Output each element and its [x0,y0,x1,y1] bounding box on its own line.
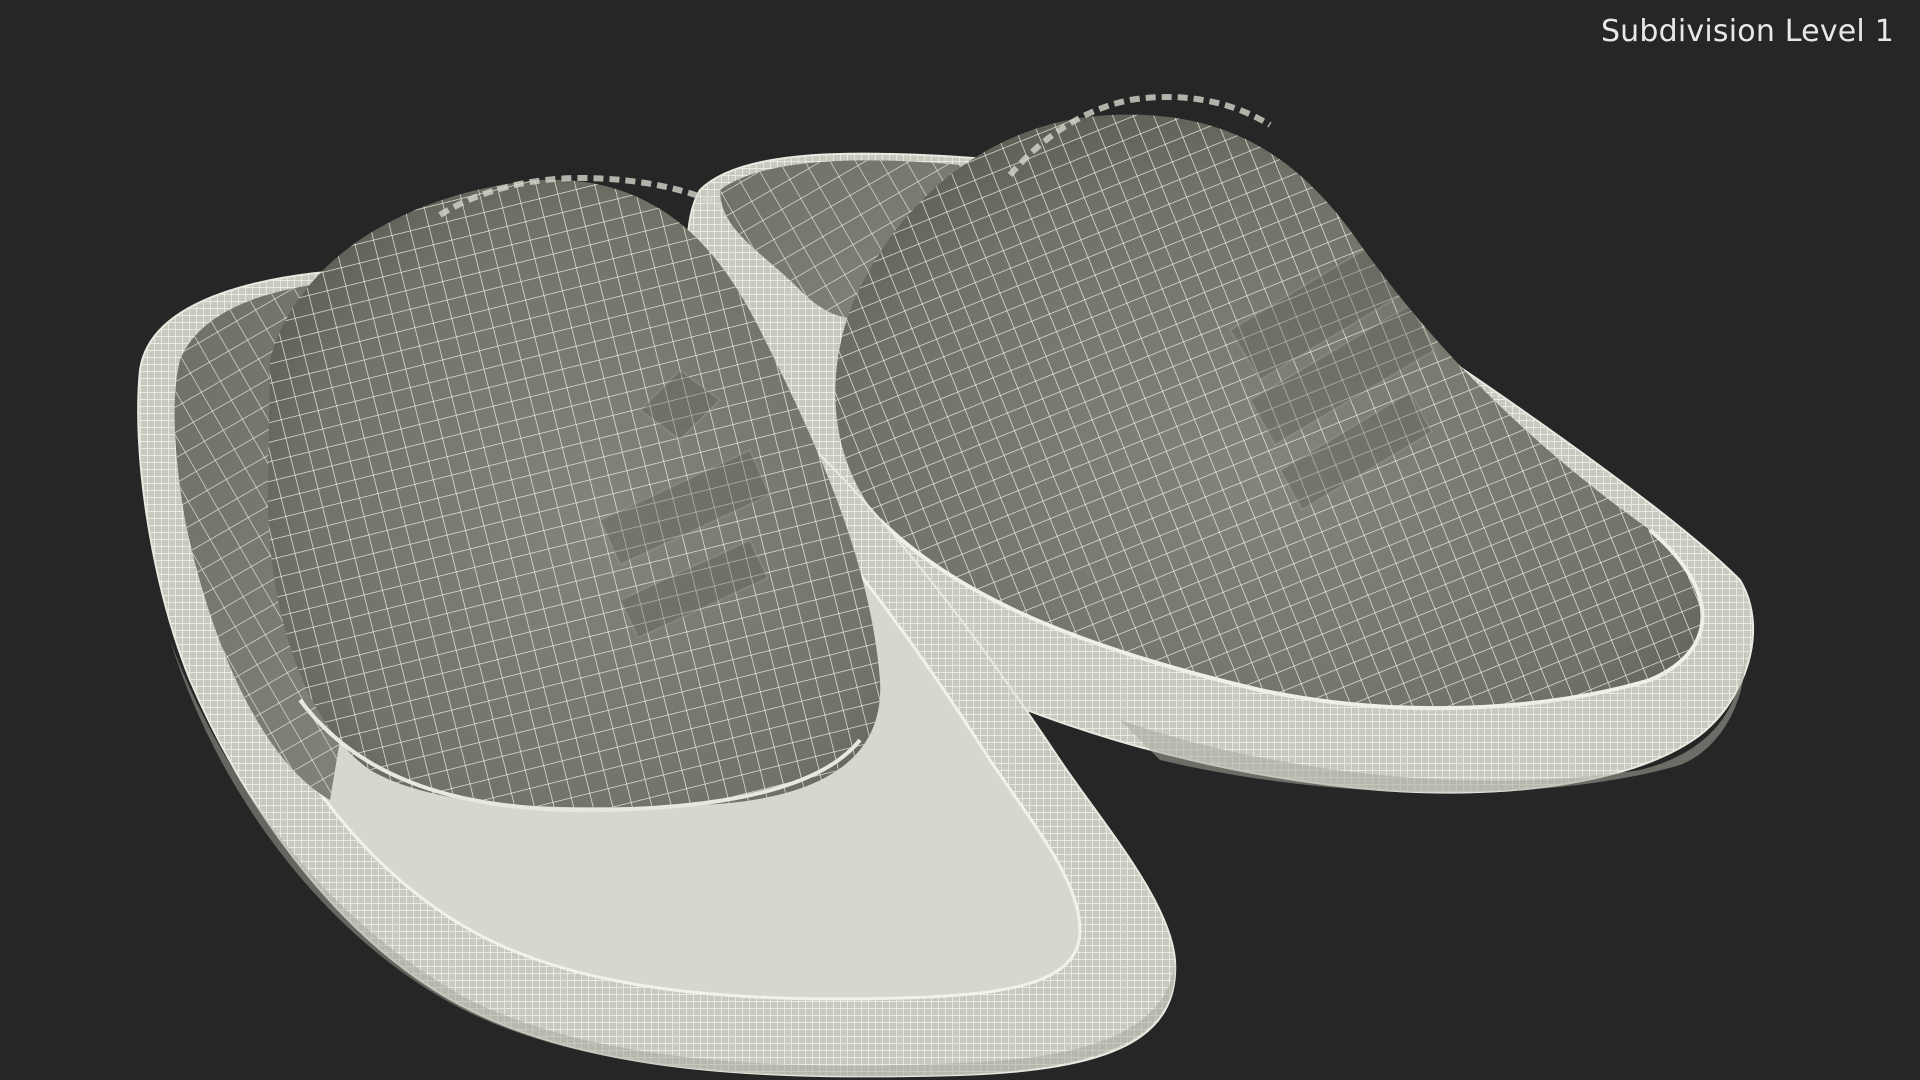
scene-render [137,94,1755,1078]
subdivision-level-label: Subdivision Level 1 [1600,14,1894,49]
3d-viewport[interactable]: Subdivision Level 1 [0,0,1920,1080]
